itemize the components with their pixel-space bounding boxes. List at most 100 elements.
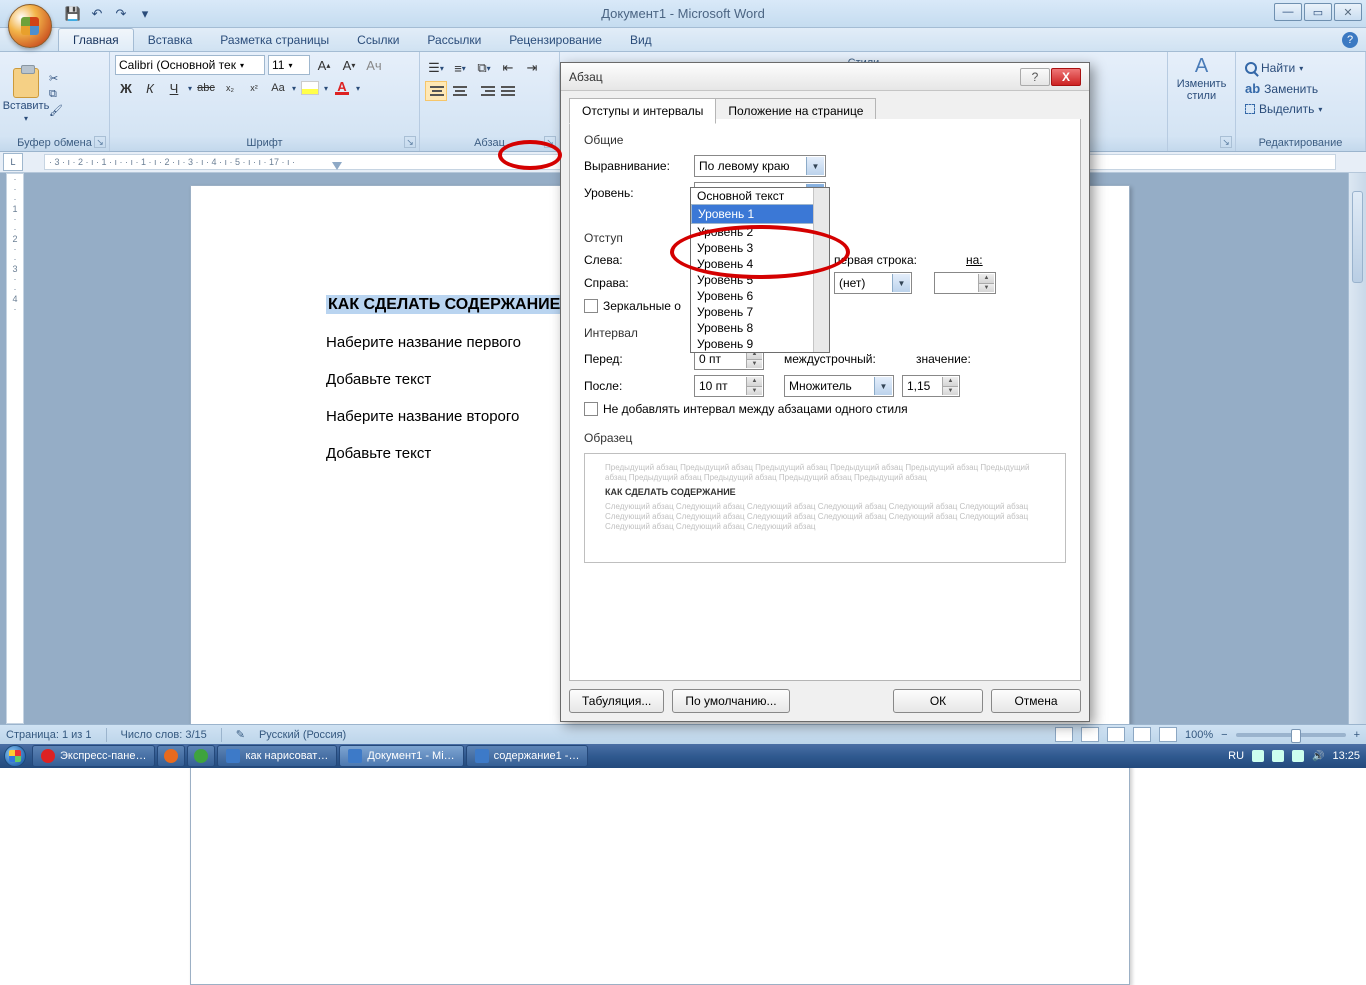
level-option-2[interactable]: Уровень 2: [691, 224, 829, 240]
dialog-help-button[interactable]: ?: [1020, 68, 1050, 86]
undo-icon[interactable]: ↶: [88, 5, 106, 23]
level-option-4[interactable]: Уровень 4: [691, 256, 829, 272]
select-button[interactable]: Выделить▾: [1241, 100, 1366, 118]
multilevel-button[interactable]: ⧉▾: [473, 58, 495, 78]
styles-launcher[interactable]: ↘: [1220, 136, 1232, 148]
view-draft-button[interactable]: [1159, 727, 1177, 742]
find-button[interactable]: Найти▾: [1241, 59, 1366, 77]
task-word-2[interactable]: Документ1 - Mi…: [339, 745, 463, 767]
level-option-6[interactable]: Уровень 6: [691, 288, 829, 304]
italic-button[interactable]: К: [139, 78, 161, 98]
underline-button[interactable]: Ч: [163, 78, 185, 98]
alignment-dropdown[interactable]: По левому краю▼: [694, 155, 826, 177]
default-button[interactable]: По умолчанию...: [672, 689, 789, 713]
paste-button[interactable]: Вставить ▾: [5, 68, 47, 123]
tray-icon-2[interactable]: [1272, 750, 1284, 762]
strike-button[interactable]: abc: [195, 78, 217, 98]
level-option-3[interactable]: Уровень 3: [691, 240, 829, 256]
level-option-7[interactable]: Уровень 7: [691, 304, 829, 320]
status-proof-icon[interactable]: ✎: [236, 728, 245, 741]
redo-icon[interactable]: ↷: [112, 5, 130, 23]
subscript-button[interactable]: x₂: [219, 78, 241, 98]
clear-format-button[interactable]: Aч: [363, 55, 385, 75]
tray-time[interactable]: 13:25: [1332, 750, 1360, 762]
level-option-basetext[interactable]: Основной текст: [691, 188, 829, 204]
task-firefox[interactable]: [157, 745, 185, 767]
maximize-button[interactable]: ▭: [1304, 3, 1332, 21]
help-icon[interactable]: ?: [1342, 32, 1358, 48]
font-name-select[interactable]: Calibri (Основной тек▾: [115, 55, 265, 75]
cancel-button[interactable]: Отмена: [991, 689, 1081, 713]
grow-font-button[interactable]: A▴: [313, 55, 335, 75]
view-web-button[interactable]: [1107, 727, 1125, 742]
noadd-checkbox[interactable]: [584, 402, 598, 416]
zoom-in-button[interactable]: +: [1354, 729, 1360, 741]
clipboard-launcher[interactable]: ↘: [94, 136, 106, 148]
copy-button[interactable]: ⧉: [49, 88, 63, 102]
numbering-button[interactable]: ≡▾: [449, 58, 471, 78]
qat-more-icon[interactable]: ▾: [136, 5, 154, 23]
zoom-slider[interactable]: [1236, 733, 1346, 737]
bullets-button[interactable]: ☰▾: [425, 58, 447, 78]
level-option-1[interactable]: Уровень 1: [691, 204, 829, 224]
tab-insert[interactable]: Вставка: [134, 29, 207, 51]
change-styles-button[interactable]: A Изменить стили: [1173, 55, 1230, 102]
tab-view[interactable]: Вид: [616, 29, 666, 51]
view-print-button[interactable]: [1055, 727, 1073, 742]
highlight-button[interactable]: [299, 78, 321, 98]
tray-lang[interactable]: RU: [1228, 750, 1244, 762]
indent-marker[interactable]: [332, 162, 342, 172]
tab-selector[interactable]: L: [3, 153, 23, 171]
tab-review[interactable]: Рецензирование: [495, 29, 616, 51]
indent-right-button[interactable]: ⇥: [521, 58, 543, 78]
tab-layout[interactable]: Разметка страницы: [206, 29, 343, 51]
level-list-scrollbar[interactable]: [813, 188, 829, 352]
level-option-9[interactable]: Уровень 9: [691, 336, 829, 352]
indent-left-button[interactable]: ⇤: [497, 58, 519, 78]
replace-button[interactable]: abЗаменить: [1241, 79, 1366, 98]
vertical-ruler[interactable]: ···1··2··3··4·: [6, 173, 24, 724]
tab-mailings[interactable]: Рассылки: [413, 29, 495, 51]
paragraph-launcher[interactable]: ↘: [544, 136, 556, 148]
minimize-button[interactable]: —: [1274, 3, 1302, 21]
tabs-button[interactable]: Табуляция...: [569, 689, 664, 713]
align-left-button[interactable]: [425, 81, 447, 101]
tray-icon-1[interactable]: [1252, 750, 1264, 762]
firstline-dropdown[interactable]: (нет)▼: [834, 272, 912, 294]
ok-button[interactable]: ОК: [893, 689, 983, 713]
tab-references[interactable]: Ссылки: [343, 29, 413, 51]
save-icon[interactable]: 💾: [64, 5, 82, 23]
scrollbar-vertical[interactable]: [1348, 173, 1366, 724]
dialog-titlebar[interactable]: Абзац ? X: [561, 63, 1089, 91]
mirror-checkbox[interactable]: [584, 299, 598, 313]
status-lang[interactable]: Русский (Россия): [259, 729, 346, 741]
close-button[interactable]: ✕: [1334, 3, 1362, 21]
align-right-button[interactable]: [473, 81, 495, 101]
start-button[interactable]: [0, 744, 30, 768]
superscript-button[interactable]: x²: [243, 78, 265, 98]
cut-button[interactable]: ✂: [49, 72, 63, 86]
tray-icon-3[interactable]: [1292, 750, 1304, 762]
shrink-font-button[interactable]: A▾: [338, 55, 360, 75]
task-word-3[interactable]: содержание1 -…: [466, 745, 589, 767]
after-spin[interactable]: 10 пт▲▼: [694, 375, 764, 397]
align-center-button[interactable]: [449, 81, 471, 101]
dialog-close-button[interactable]: X: [1051, 68, 1081, 86]
task-utorrent[interactable]: [187, 745, 215, 767]
change-case-button[interactable]: Aa: [267, 78, 289, 98]
status-words[interactable]: Число слов: 3/15: [121, 729, 207, 741]
tab-home[interactable]: Главная: [58, 28, 134, 51]
linespacing-dropdown[interactable]: Множитель▼: [784, 375, 894, 397]
font-color-button[interactable]: A: [331, 78, 353, 98]
value-spin[interactable]: 1,15▲▼: [902, 375, 960, 397]
level-option-8[interactable]: Уровень 8: [691, 320, 829, 336]
dialog-tab-indents[interactable]: Отступы и интервалы: [569, 98, 716, 124]
level-option-5[interactable]: Уровень 5: [691, 272, 829, 288]
zoom-value[interactable]: 100%: [1185, 729, 1213, 741]
view-read-button[interactable]: [1081, 727, 1099, 742]
font-size-select[interactable]: 11▾: [268, 55, 310, 75]
task-word-1[interactable]: как нарисоват…: [217, 745, 337, 767]
tray-volume-icon[interactable]: 🔊: [1312, 751, 1324, 762]
font-launcher[interactable]: ↘: [404, 136, 416, 148]
on-spin[interactable]: ▲▼: [934, 272, 996, 294]
